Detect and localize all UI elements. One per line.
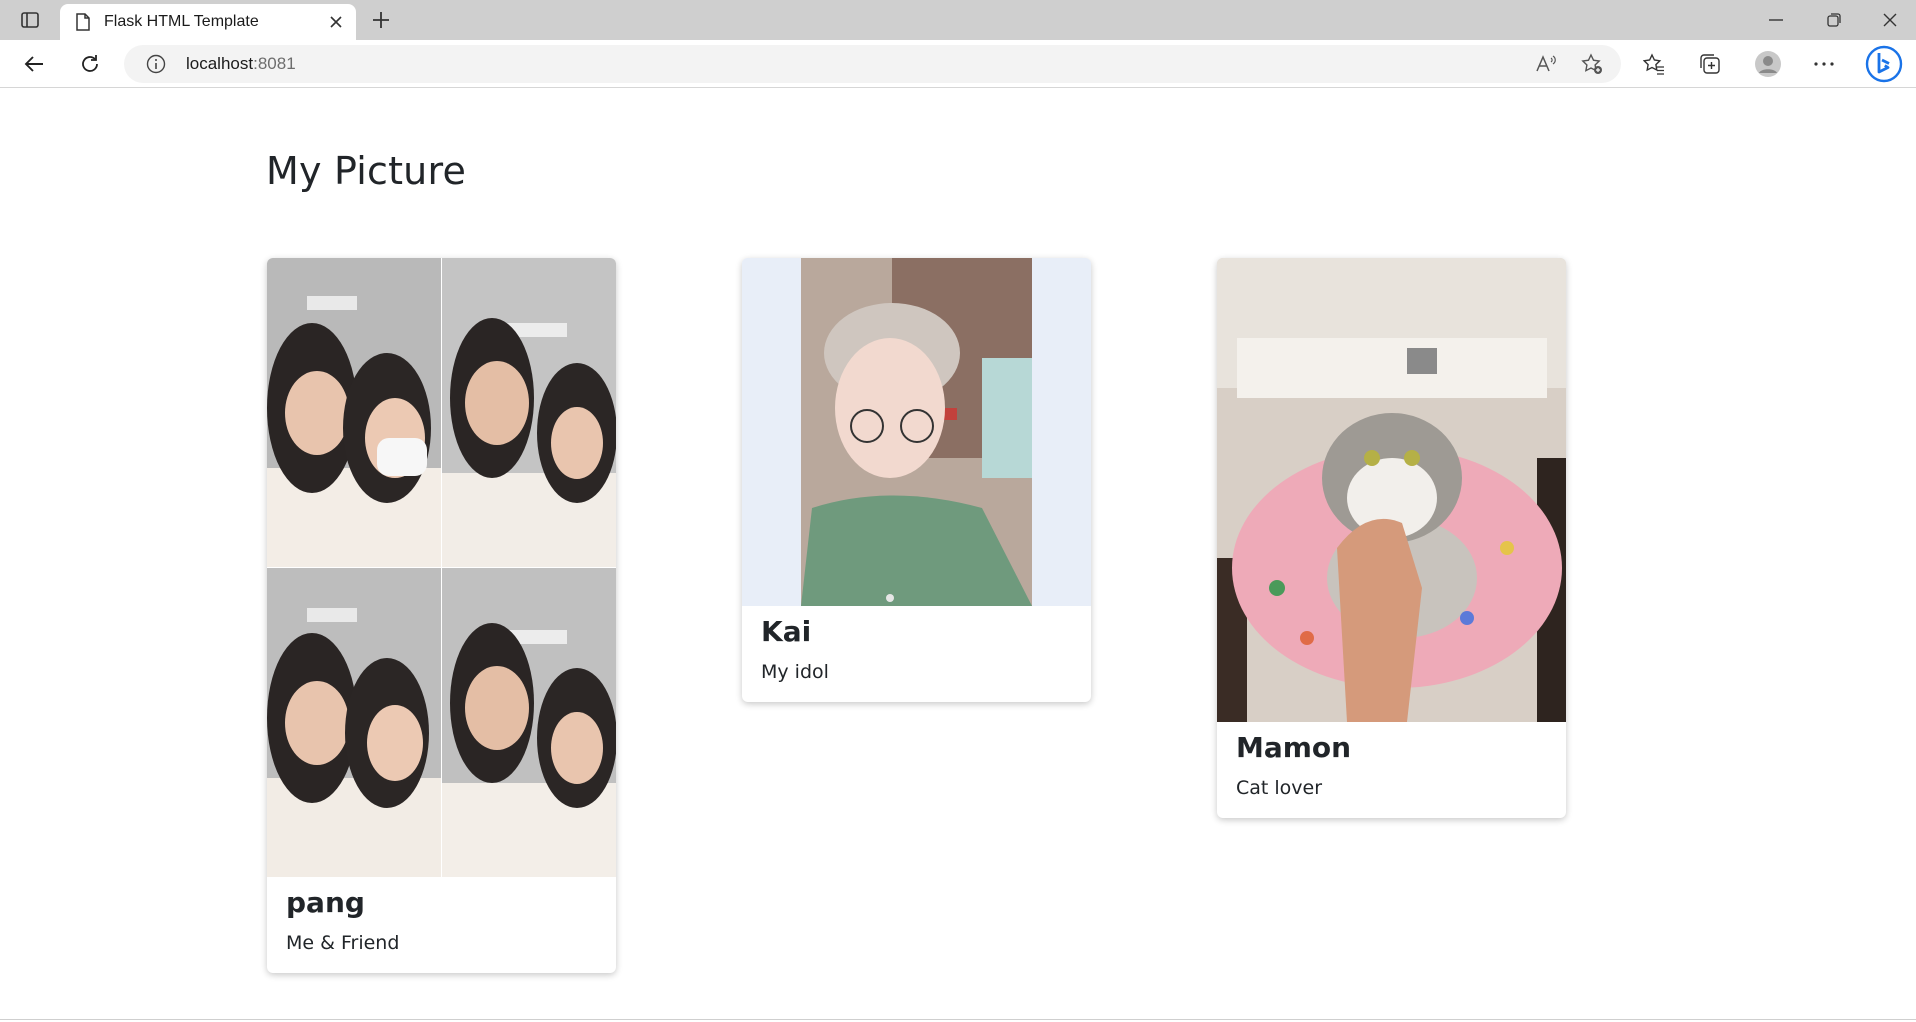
card-kai: Kai My idol	[742, 258, 1091, 702]
minimize-icon[interactable]	[1748, 0, 1804, 40]
card-image-mamon	[1217, 258, 1566, 722]
tab-title: Flask HTML Template	[104, 13, 259, 30]
restore-icon[interactable]	[1806, 0, 1862, 40]
card-mamon: Mamon Cat lover	[1217, 258, 1566, 818]
page-title: My Picture	[266, 149, 467, 193]
tab-actions-icon[interactable]	[12, 8, 48, 32]
card-caption-mamon: Cat lover	[1236, 777, 1323, 799]
more-options-icon[interactable]	[1806, 48, 1842, 80]
bing-chat-icon[interactable]	[1864, 45, 1904, 83]
card-image-kai	[742, 258, 1091, 606]
card-title-mamon: Mamon	[1236, 731, 1352, 764]
url-port: :8081	[253, 54, 296, 73]
collections-icon[interactable]	[1692, 48, 1728, 80]
tab-active[interactable]: Flask HTML Template	[60, 4, 356, 40]
card-title-kai: Kai	[761, 615, 812, 648]
browser-toolbar: localhost:8081	[0, 40, 1916, 88]
card-caption-pang: Me & Friend	[286, 932, 400, 954]
url-text[interactable]: localhost:8081	[186, 54, 296, 74]
add-favorite-icon[interactable]	[1576, 48, 1608, 80]
page-icon	[74, 13, 92, 31]
new-tab-button[interactable]	[366, 6, 396, 34]
profile-avatar-icon[interactable]	[1750, 48, 1786, 80]
back-arrow-icon[interactable]	[16, 48, 52, 80]
close-tab-icon[interactable]	[322, 8, 350, 36]
page-content: My Picture pang Me & Friend Kai My idol …	[0, 89, 1916, 1020]
card-title-pang: pang	[286, 886, 365, 919]
card-caption-kai: My idol	[761, 661, 829, 683]
address-bar[interactable]: localhost:8081	[124, 45, 1621, 83]
card-image-pang	[267, 258, 616, 877]
card-pang: pang Me & Friend	[267, 258, 616, 973]
reload-icon[interactable]	[72, 48, 108, 80]
url-host: localhost	[186, 54, 254, 73]
tab-strip: Flask HTML Template	[0, 0, 1916, 40]
site-info-icon[interactable]	[146, 54, 166, 74]
close-window-icon[interactable]	[1862, 0, 1916, 40]
favorites-icon[interactable]	[1636, 48, 1672, 80]
bottom-divider	[0, 1019, 1916, 1020]
read-aloud-icon[interactable]	[1530, 48, 1562, 80]
